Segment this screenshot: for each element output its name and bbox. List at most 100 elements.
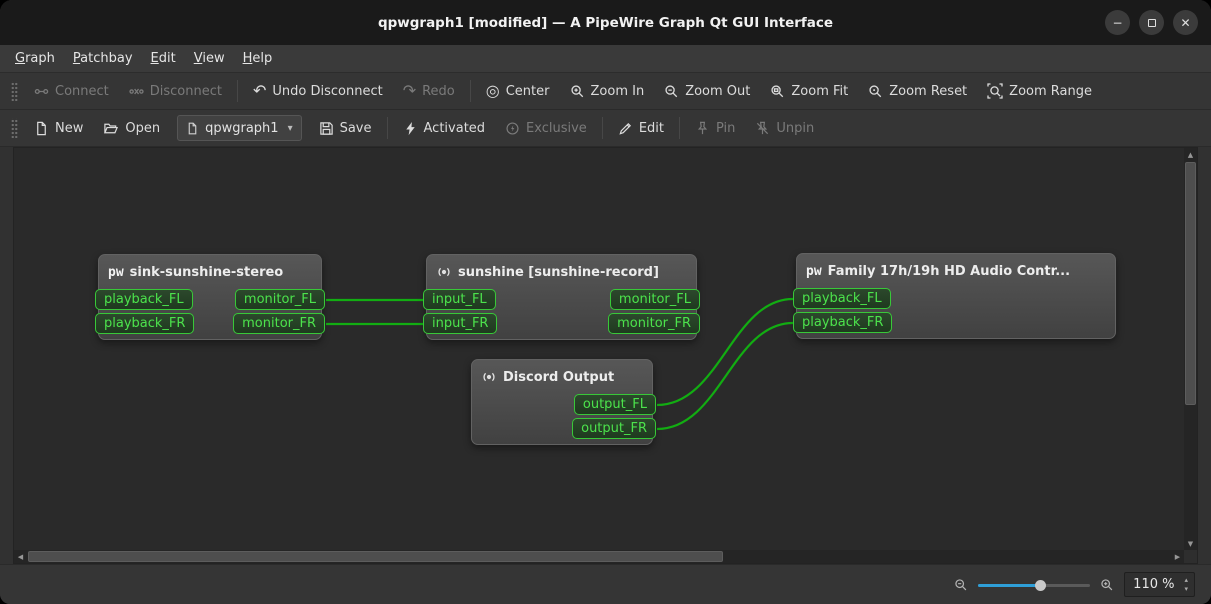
port-sunshine-input-fl[interactable]: input_FL <box>423 289 496 310</box>
new-file-icon <box>37 121 46 135</box>
port-discord-output-fl[interactable]: output_FL <box>573 394 656 415</box>
zoom-range-button[interactable]: Zoom Range <box>978 77 1101 106</box>
exclusive-toggle: Exclusive <box>496 114 596 143</box>
open-patchbay-button[interactable]: Open <box>94 114 169 143</box>
zoom-slider[interactable] <box>978 577 1091 593</box>
maximize-button[interactable] <box>1139 10 1164 35</box>
menu-patchbay[interactable]: Patchbay <box>64 45 142 72</box>
zoom-fit-icon <box>771 84 784 97</box>
scroll-right-arrow[interactable]: ▶ <box>1171 550 1184 563</box>
zoom-in-icon <box>1101 578 1113 590</box>
zoom-fit-button[interactable]: Zoom Fit <box>761 77 857 106</box>
port-family-playback-fl[interactable]: playback_FL <box>793 288 891 309</box>
zoom-reset-icon <box>869 84 882 97</box>
scroll-up-arrow[interactable]: ▲ <box>1184 148 1197 161</box>
center-button[interactable]: ◎ Center <box>477 77 559 106</box>
zoom-out-button[interactable]: Zoom Out <box>655 77 759 106</box>
menu-item-label: Graph <box>15 51 55 66</box>
zoom-in-icon <box>570 84 583 97</box>
menu-graph[interactable]: Graph <box>6 45 64 72</box>
pin-icon <box>697 121 708 134</box>
menu-edit[interactable]: Edit <box>142 45 185 72</box>
node-title: Family 17h/19h HD Audio Contr... <box>827 263 1071 279</box>
node-family-audio-controller[interactable]: pw Family 17h/19h HD Audio Contr... play… <box>793 253 1116 339</box>
pipewire-icon: pw <box>806 263 822 279</box>
save-patchbay-button[interactable]: Save <box>310 114 381 143</box>
toolbar-separator <box>679 117 680 139</box>
menu-view[interactable]: View <box>185 45 234 72</box>
port-sink-playback-fl[interactable]: playback_FL <box>95 289 193 310</box>
minimize-icon: − <box>1112 15 1123 30</box>
minimize-button[interactable]: − <box>1105 10 1130 35</box>
node-header: pw sink-sunshine-stereo <box>99 255 321 289</box>
toolbar-drag-handle[interactable] <box>11 118 18 138</box>
node-header: sunshine [sunshine-record] <box>427 255 696 289</box>
zoom-out-icon <box>665 84 678 97</box>
zoom-value[interactable]: 110 % <box>1133 577 1174 592</box>
zoom-reset-button[interactable]: Zoom Reset <box>859 77 976 106</box>
node-sunshine-record[interactable]: sunshine [sunshine-record] input_FL inpu… <box>423 254 700 340</box>
pipewire-icon: pw <box>108 264 124 280</box>
activated-icon <box>405 121 415 135</box>
port-sunshine-input-fr[interactable]: input_FR <box>423 313 498 334</box>
save-icon <box>319 121 333 135</box>
node-discord-output[interactable]: Discord Output output_FL output_FR <box>471 359 656 445</box>
port-sunshine-monitor-fr[interactable]: monitor_FR <box>608 313 700 334</box>
node-title: sink-sunshine-stereo <box>129 264 284 280</box>
menu-item-label: Edit <box>150 51 176 66</box>
zoom-out-icon <box>955 578 967 590</box>
toolbar-separator <box>601 117 603 139</box>
window-title: qpwgraph1 [modified] — A PipeWire Graph … <box>377 14 834 31</box>
vertical-scrollbar[interactable]: ▲ ▼ <box>1184 148 1197 550</box>
toolbar-drag-handle[interactable] <box>11 81 18 101</box>
connect-icon <box>34 88 49 94</box>
activated-toggle[interactable]: Activated <box>394 114 495 143</box>
port-sink-monitor-fl[interactable]: monitor_FL <box>234 289 325 310</box>
new-patchbay-button[interactable]: New <box>25 114 92 143</box>
undo-disconnect-button[interactable]: ↶ Undo Disconnect <box>244 77 392 106</box>
toolbar-separator <box>469 80 471 102</box>
toolbar-separator <box>386 117 388 139</box>
vertical-scrollbar-thumb[interactable] <box>1185 162 1196 405</box>
edit-pencil-icon <box>619 122 631 135</box>
node-sink-sunshine-stereo[interactable]: pw sink-sunshine-stereo playback_FL play… <box>95 254 325 340</box>
disconnect-icon <box>129 88 144 94</box>
zoom-in-button[interactable]: Zoom In <box>561 77 654 106</box>
open-folder-icon <box>104 123 119 133</box>
port-sink-playback-fr[interactable]: playback_FR <box>95 313 195 334</box>
menu-item-label: Help <box>242 51 273 66</box>
zoom-range-icon <box>987 83 1003 99</box>
node-title: Discord Output <box>503 369 615 385</box>
spin-up-icon[interactable]: ▴ <box>1181 576 1191 585</box>
spin-down-icon[interactable]: ▾ <box>1181 585 1191 594</box>
node-header: Discord Output <box>472 360 652 394</box>
connect-button: Connect <box>25 77 118 106</box>
edit-button[interactable]: Edit <box>609 114 673 143</box>
unpin-button: Unpin <box>746 114 823 143</box>
toolbar-graph: Connect Disconnect ↶ Undo Disconnect ↷ R… <box>0 73 1211 110</box>
horizontal-scrollbar[interactable]: ◀ ▶ <box>14 550 1184 563</box>
window-controls: − ✕ <box>1105 10 1211 35</box>
menu-help[interactable]: Help <box>234 45 282 72</box>
node-title: sunshine [sunshine-record] <box>458 264 659 280</box>
zoom-spinbox[interactable]: 110 % ▴ ▾ <box>1124 572 1195 597</box>
port-sunshine-monitor-fl[interactable]: monitor_FL <box>609 289 700 310</box>
scroll-down-arrow[interactable]: ▼ <box>1184 537 1197 550</box>
close-button[interactable]: ✕ <box>1173 10 1198 35</box>
scroll-left-arrow[interactable]: ◀ <box>14 550 27 563</box>
node-header: pw Family 17h/19h HD Audio Contr... <box>797 254 1115 288</box>
port-family-playback-fr[interactable]: playback_FR <box>793 312 893 333</box>
port-discord-output-fr[interactable]: output_FR <box>572 418 656 439</box>
redo-button: ↷ Redo <box>402 81 455 100</box>
zoom-slider-handle[interactable] <box>1034 579 1046 591</box>
graph-view[interactable]: pw sink-sunshine-stereo playback_FL play… <box>13 147 1198 564</box>
maximize-icon <box>1147 18 1156 27</box>
toolbar-separator <box>236 80 238 102</box>
scrollbar-corner <box>1184 550 1197 563</box>
titlebar[interactable]: qpwgraph1 [modified] — A PipeWire Graph … <box>0 0 1211 45</box>
horizontal-scrollbar-thumb[interactable] <box>28 551 723 562</box>
central-area: pw sink-sunshine-stereo playback_FL play… <box>0 147 1211 564</box>
port-sink-monitor-fr[interactable]: monitor_FR <box>233 313 325 334</box>
patchbay-file-combo[interactable]: qpwgraph1 ▾ <box>177 115 302 141</box>
chevron-down-icon: ▾ <box>287 122 293 134</box>
